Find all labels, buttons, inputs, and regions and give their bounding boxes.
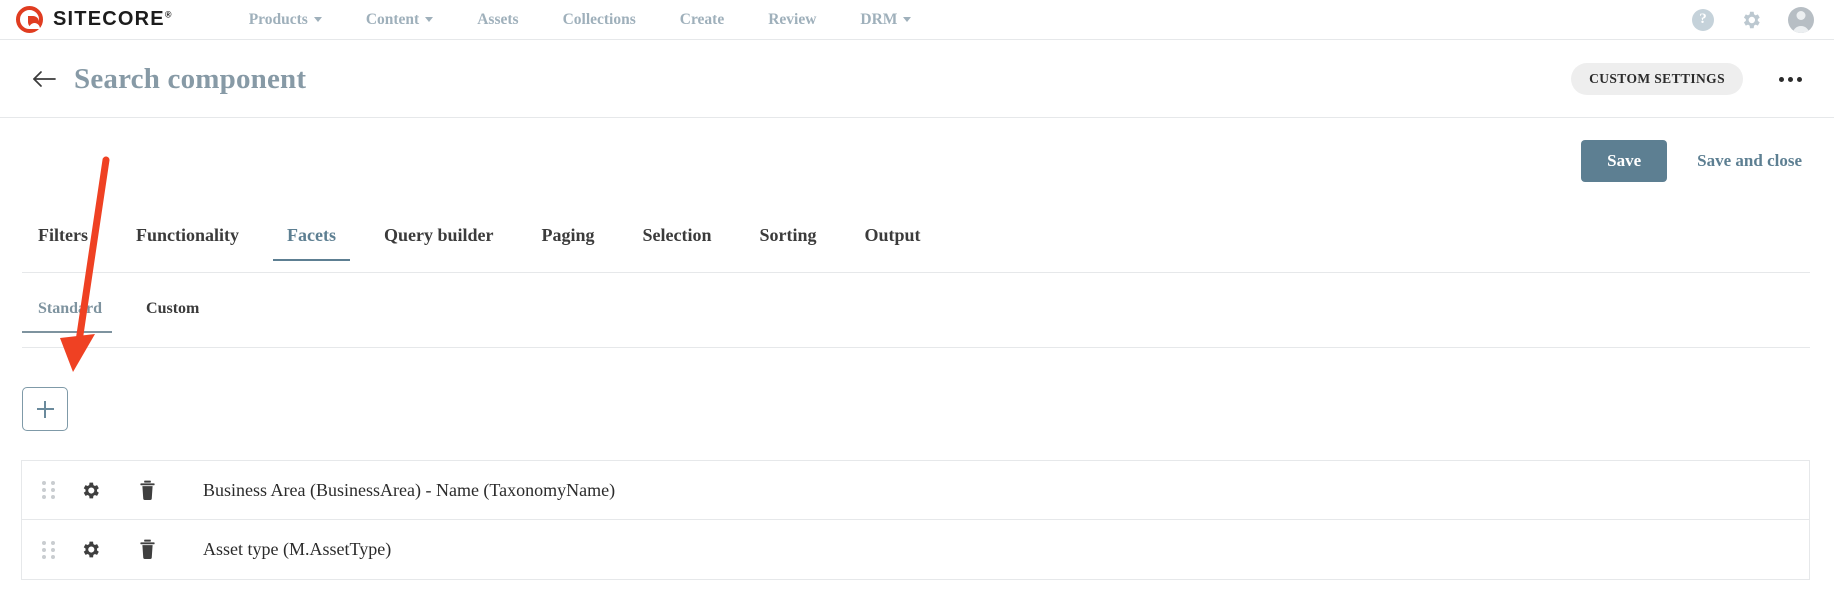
tab-paging[interactable]: Paging (518, 225, 619, 260)
tab-sorting[interactable]: Sorting (736, 225, 841, 260)
facet-list: Business Area (BusinessArea) - Name (Tax… (21, 460, 1810, 580)
brand-trademark: ® (164, 9, 173, 20)
table-row[interactable]: Asset type (M.AssetType) (22, 520, 1809, 579)
subtab-custom[interactable]: Custom (124, 300, 221, 332)
custom-settings-button[interactable]: CUSTOM SETTINGS (1571, 63, 1743, 95)
back-arrow-icon[interactable] (30, 65, 58, 93)
nav-item-assets-label: Assets (477, 10, 519, 28)
help-icon-glyph: ? (1699, 11, 1707, 27)
component-tabs: Filters Functionality Facets Query build… (22, 225, 1810, 273)
nav-item-create-label: Create (679, 10, 725, 28)
page-header: Search component CUSTOM SETTINGS (0, 41, 1834, 118)
user-avatar-icon[interactable] (1788, 6, 1814, 33)
nav-item-collections-label: Collections (562, 10, 636, 28)
table-row[interactable]: Business Area (BusinessArea) - Name (Tax… (22, 461, 1809, 520)
nav-item-review[interactable]: Review (746, 11, 838, 29)
facet-label: Asset type (M.AssetType) (203, 539, 392, 559)
tab-functionality[interactable]: Functionality (112, 225, 263, 260)
tab-selection[interactable]: Selection (619, 225, 736, 260)
app-page: SITECORE® Products Content Assets Collec… (0, 0, 1834, 612)
add-facet-button[interactable] (22, 387, 68, 431)
save-button[interactable]: Save (1581, 140, 1668, 182)
ellipsis-icon[interactable] (1775, 69, 1806, 90)
facets-subtabs: Standard Custom (22, 300, 1810, 348)
nav-item-content-label: Content (365, 10, 420, 28)
nav-item-products[interactable]: Products (227, 11, 344, 29)
drag-handle-icon[interactable] (42, 481, 56, 499)
sitecore-logo-icon (16, 6, 43, 33)
nav-item-products-label: Products (248, 10, 308, 28)
tab-filters[interactable]: Filters (22, 225, 112, 260)
help-icon[interactable]: ? (1692, 8, 1714, 31)
top-navigation-bar: SITECORE® Products Content Assets Collec… (0, 0, 1834, 40)
subtab-standard[interactable]: Standard (22, 300, 124, 333)
trash-icon[interactable] (139, 480, 156, 501)
tab-facets[interactable]: Facets (263, 225, 360, 261)
brand-logo-group[interactable]: SITECORE® (16, 6, 173, 33)
facet-label: Business Area (BusinessArea) - Name (Tax… (203, 479, 616, 500)
gear-icon[interactable] (1740, 9, 1762, 31)
gear-icon[interactable] (80, 480, 101, 501)
chevron-down-icon (425, 17, 434, 22)
nav-item-drm-label: DRM (860, 10, 898, 28)
page-title: Search component (74, 62, 307, 95)
save-actions: Save Save and close (1581, 140, 1806, 182)
gear-icon[interactable] (80, 539, 101, 560)
chevron-down-icon (903, 17, 912, 22)
chevron-down-icon (313, 17, 322, 22)
nav-item-content[interactable]: Content (344, 11, 455, 29)
brand-name-text: SITECORE (53, 8, 165, 30)
nav-item-collections[interactable]: Collections (541, 11, 658, 29)
plus-icon (43, 400, 47, 418)
nav-item-create[interactable]: Create (658, 11, 746, 29)
brand-name: SITECORE® (53, 8, 173, 31)
page-header-actions: CUSTOM SETTINGS (1571, 63, 1806, 95)
nav-right-icons: ? (1692, 6, 1814, 33)
save-and-close-button[interactable]: Save and close (1693, 145, 1806, 177)
nav-item-assets[interactable]: Assets (455, 11, 540, 29)
main-nav-links: Products Content Assets Collections Crea… (227, 11, 934, 29)
trash-icon[interactable] (139, 539, 156, 560)
tab-query-builder[interactable]: Query builder (360, 225, 518, 260)
nav-item-review-label: Review (768, 10, 817, 28)
drag-handle-icon[interactable] (42, 540, 56, 559)
nav-item-drm[interactable]: DRM (838, 11, 933, 29)
tab-output[interactable]: Output (841, 225, 945, 260)
